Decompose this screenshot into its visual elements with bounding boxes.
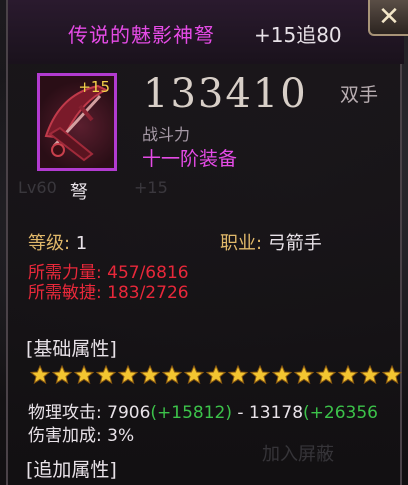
star-icon <box>382 365 402 385</box>
star-icon <box>184 365 204 385</box>
star-icon <box>118 365 138 385</box>
star-icon <box>52 365 72 385</box>
icon-enhance-badge: +15 <box>78 78 110 96</box>
background-level-hint: Lv60 <box>18 178 57 197</box>
item-type: 弩 <box>70 182 88 203</box>
star-icon <box>360 365 380 385</box>
class-value: 弓箭手 <box>267 233 322 254</box>
background-block-button-hint: 加入屏蔽 <box>262 444 334 465</box>
star-icon <box>272 365 292 385</box>
base-attributes-heading: [基础属性] <box>26 338 117 360</box>
star-icon <box>74 365 94 385</box>
item-enhance-level: +15追80 <box>254 23 342 47</box>
star-icon <box>294 365 314 385</box>
physical-attack-row: 物理攻击: 7906(+15812) - 13178(+26356 <box>28 398 378 423</box>
close-button[interactable]: ✕ <box>368 0 408 36</box>
required-dexterity: 所需敏捷: 183/2726 <box>28 283 189 303</box>
equipment-tier: 十一阶装备 <box>142 148 238 170</box>
star-icon <box>162 365 182 385</box>
item-icon-slot[interactable]: +15 <box>37 73 117 171</box>
level-label: 等级: <box>28 233 76 254</box>
handedness-label: 双手 <box>340 84 379 106</box>
item-tooltip-panel: 传说的魅影神弩 +15追80 +15 133410 双手 战斗力 十一阶装备 弩… <box>6 0 404 485</box>
star-icon <box>30 365 50 385</box>
level-row: 等级: 1 <box>28 229 87 255</box>
star-icon <box>140 365 160 385</box>
star-icon <box>338 365 358 385</box>
level-value: 1 <box>75 233 88 254</box>
star-icon <box>96 365 116 385</box>
star-icon <box>250 365 270 385</box>
star-icon <box>206 365 226 385</box>
physical-attack-label: 物理攻击: <box>28 403 108 423</box>
class-row: 职业: 弓箭手 <box>220 229 322 255</box>
background-plus-hint: +15 <box>134 178 168 197</box>
close-icon: ✕ <box>378 2 400 32</box>
combat-power-value: 133410 <box>143 71 308 117</box>
star-rating <box>30 365 402 385</box>
combat-power-label: 战斗力 <box>142 125 191 144</box>
attack-max-value: 13178 <box>248 403 304 423</box>
star-icon <box>316 365 336 385</box>
attack-separator: - <box>232 403 249 423</box>
attack-min-bonus: (+15812) <box>150 403 232 423</box>
class-label: 职业: <box>220 233 268 254</box>
star-icon <box>228 365 248 385</box>
attack-max-bonus: (+26356 <box>303 403 379 423</box>
damage-bonus-row: 伤害加成: 3% <box>28 426 135 446</box>
attack-min-value: 7906 <box>107 403 151 423</box>
extra-attributes-heading: [追加属性] <box>26 459 117 481</box>
item-name: 传说的魅影神弩 <box>68 23 215 47</box>
